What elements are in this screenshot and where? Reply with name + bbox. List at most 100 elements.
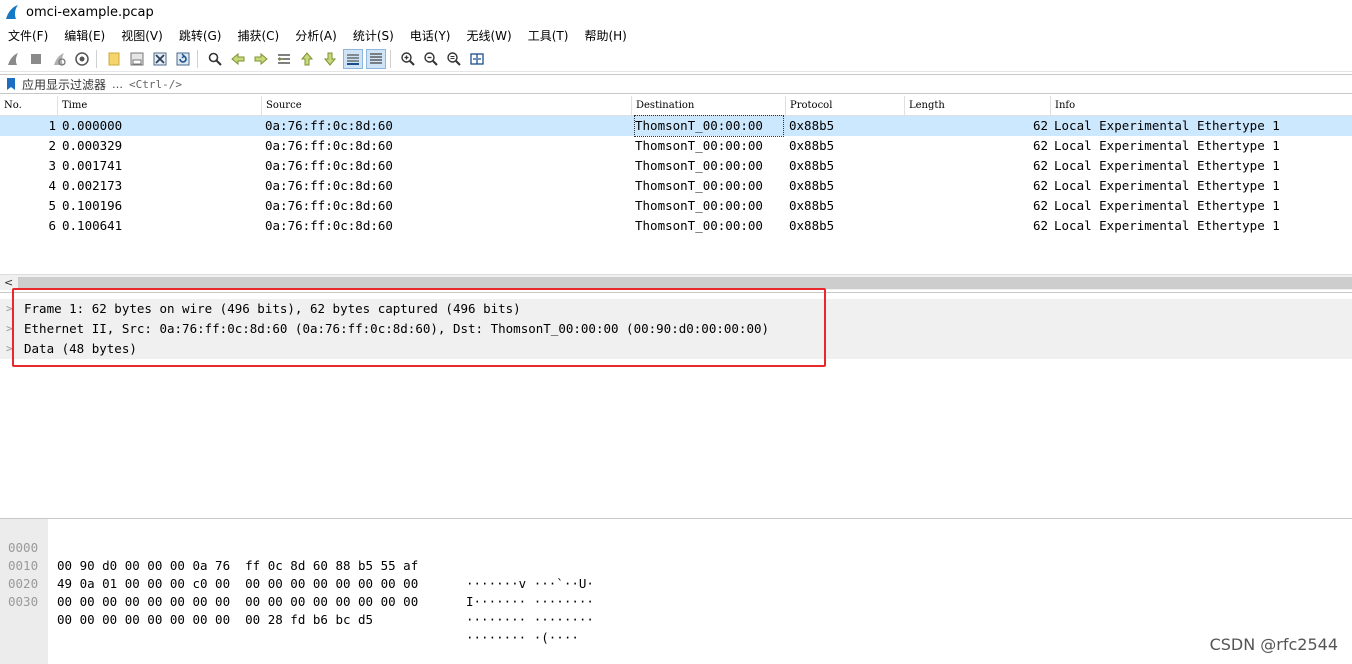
colorize-icon[interactable] (366, 48, 386, 69)
find-packet-icon[interactable] (205, 49, 225, 69)
open-file-icon[interactable] (104, 49, 124, 69)
cell-time: 0.100196 (62, 198, 123, 213)
restart-capture-icon[interactable] (49, 49, 69, 69)
main-toolbar (0, 46, 1352, 72)
start-capture-icon[interactable] (3, 49, 23, 69)
byte-hex[interactable]: 49 0a 01 00 00 00 c0 00 00 00 00 00 00 0… (57, 575, 418, 593)
packet-row[interactable]: 1 0.000000 0a:76:ff:0c:8d:60 ThomsonT_00:00… (0, 115, 1352, 137)
watermark: CSDN @rfc2544 (1209, 635, 1338, 654)
cell-time: 0.002173 (62, 178, 123, 193)
column-header-source[interactable]: Source (262, 96, 632, 116)
column-header-length[interactable]: Length (905, 96, 1051, 116)
go-forward-icon[interactable] (251, 49, 271, 69)
cell-no: 3 (48, 158, 56, 173)
cell-info: Local Experimental Ethertype 1 (1054, 218, 1280, 233)
save-file-icon[interactable] (127, 49, 147, 69)
cell-info: Local Experimental Ethertype 1 (1054, 198, 1280, 213)
packet-row[interactable]: 5 0.100196 0a:76:ff:0c:8d:60 ThomsonT_00:00… (0, 196, 1352, 216)
byte-row: 0010 49 0a 01 00 00 00 c0 00 00 00 00 00… (0, 539, 594, 609)
close-file-icon[interactable] (150, 49, 170, 69)
byte-hex[interactable]: 00 00 00 00 00 00 00 00 00 28 fd b6 bc d… (57, 611, 373, 629)
menu-file[interactable]: 文件(F) (0, 27, 56, 44)
menu-tools[interactable]: 工具(T) (520, 27, 577, 44)
cell-protocol: 0x88b5 (789, 118, 835, 133)
cell-time: 0.000000 (62, 118, 123, 133)
display-filter-input[interactable]: 应用显示过滤器 (22, 76, 106, 93)
zoom-out-icon[interactable] (421, 49, 441, 69)
cell-time: 0.000329 (62, 138, 123, 153)
byte-row: 0030 00 00 00 00 00 00 00 00 00 28 fd b6… (0, 575, 579, 645)
auto-scroll-icon[interactable] (343, 48, 363, 69)
cell-destination: ThomsonT_00:00:00 (635, 138, 763, 153)
cell-protocol: 0x88b5 (789, 218, 835, 233)
packet-list-header: No. Time Source Destination Protocol Len… (0, 96, 1352, 116)
cell-no: 2 (48, 138, 56, 153)
menu-go[interactable]: 跳转(G) (171, 27, 230, 44)
cell-no: 4 (48, 178, 56, 193)
column-header-destination[interactable]: Destination (632, 96, 786, 116)
resize-columns-icon[interactable] (467, 49, 487, 69)
zoom-in-icon[interactable] (398, 49, 418, 69)
menu-help[interactable]: 帮助(H) (576, 27, 634, 44)
cell-source: 0a:76:ff:0c:8d:60 (265, 178, 393, 193)
bookmark-icon[interactable] (4, 77, 18, 91)
window-title: omci-example.pcap (26, 4, 154, 20)
byte-ascii[interactable]: ········ ········ (466, 611, 594, 629)
menu-capture[interactable]: 捕获(C) (229, 27, 287, 44)
menu-analyze[interactable]: 分析(A) (287, 27, 345, 44)
cell-protocol: 0x88b5 (789, 198, 835, 213)
packet-row[interactable]: 4 0.002173 0a:76:ff:0c:8d:60 ThomsonT_00:00… (0, 176, 1352, 196)
menu-telephony[interactable]: 电话(Y) (402, 27, 459, 44)
cell-source: 0a:76:ff:0c:8d:60 (265, 158, 393, 173)
display-filter-bar[interactable]: 应用显示过滤器 … <Ctrl-/> (0, 74, 1352, 94)
byte-ascii[interactable]: ·······v ···`··U· (466, 575, 594, 593)
cell-length: 62 (1032, 198, 1048, 213)
packet-row[interactable]: 2 0.000329 0a:76:ff:0c:8d:60 ThomsonT_00:00… (0, 136, 1352, 156)
go-back-icon[interactable] (228, 49, 248, 69)
cell-length: 62 (1032, 218, 1048, 233)
menu-view[interactable]: 视图(V) (113, 27, 171, 44)
filter-expression-button[interactable]: … (112, 78, 123, 91)
capture-options-icon[interactable] (72, 49, 92, 69)
cell-info: Local Experimental Ethertype 1 (1054, 138, 1280, 153)
last-packet-icon[interactable] (320, 49, 340, 69)
packet-row[interactable]: 3 0.001741 0a:76:ff:0c:8d:60 ThomsonT_00:00… (0, 156, 1352, 176)
cell-destination: ThomsonT_00:00:00 (634, 115, 784, 137)
column-header-protocol[interactable]: Protocol (786, 96, 905, 116)
packet-bytes-pane[interactable]: 0000 00 90 d0 00 00 00 0a 76 ff 0c 8d 60… (0, 518, 1352, 664)
filter-shortcut-hint: <Ctrl-/> (129, 77, 182, 91)
column-header-info[interactable]: Info (1051, 96, 1352, 116)
byte-ascii[interactable]: ········ ·(···· (466, 629, 579, 647)
cell-no: 1 (48, 118, 56, 133)
stop-capture-icon[interactable] (26, 49, 46, 69)
menu-statistics[interactable]: 统计(S) (345, 27, 402, 44)
menu-wireless[interactable]: 无线(W) (459, 27, 520, 44)
normal-size-icon[interactable] (444, 49, 464, 69)
first-packet-icon[interactable] (297, 49, 317, 69)
cell-destination: ThomsonT_00:00:00 (635, 158, 763, 173)
cell-time: 0.001741 (62, 158, 123, 173)
byte-hex[interactable]: 00 00 00 00 00 00 00 00 00 00 00 00 00 0… (57, 593, 418, 611)
column-header-time[interactable]: Time (58, 96, 262, 116)
column-header-no[interactable]: No. (0, 96, 58, 116)
byte-row: 0000 00 90 d0 00 00 00 0a 76 ff 0c 8d 60… (0, 521, 594, 591)
title-bar: omci-example.pcap (0, 0, 1352, 24)
toolbar-separator (390, 49, 391, 68)
menu-edit[interactable]: 编辑(E) (56, 27, 113, 44)
packet-row[interactable]: 6 0.100641 0a:76:ff:0c:8d:60 ThomsonT_00:00… (0, 216, 1352, 236)
cell-source: 0a:76:ff:0c:8d:60 (265, 198, 393, 213)
cell-protocol: 0x88b5 (789, 158, 835, 173)
packet-list-pane[interactable]: No. Time Source Destination Protocol Len… (0, 96, 1352, 274)
reload-file-icon[interactable] (173, 49, 193, 69)
scroll-left-icon[interactable]: < (4, 276, 13, 289)
cell-destination: ThomsonT_00:00:00 (635, 198, 763, 213)
cell-destination: ThomsonT_00:00:00 (635, 218, 763, 233)
byte-ascii[interactable]: I······· ········ (466, 593, 594, 611)
cell-no: 6 (48, 218, 56, 233)
cell-length: 62 (1032, 118, 1048, 133)
cell-length: 62 (1032, 158, 1048, 173)
cell-length: 62 (1032, 178, 1048, 193)
byte-hex[interactable]: 00 90 d0 00 00 00 0a 76 ff 0c 8d 60 88 b… (57, 557, 418, 575)
go-to-packet-icon[interactable] (274, 49, 294, 69)
cell-info: Local Experimental Ethertype 1 (1054, 158, 1280, 173)
